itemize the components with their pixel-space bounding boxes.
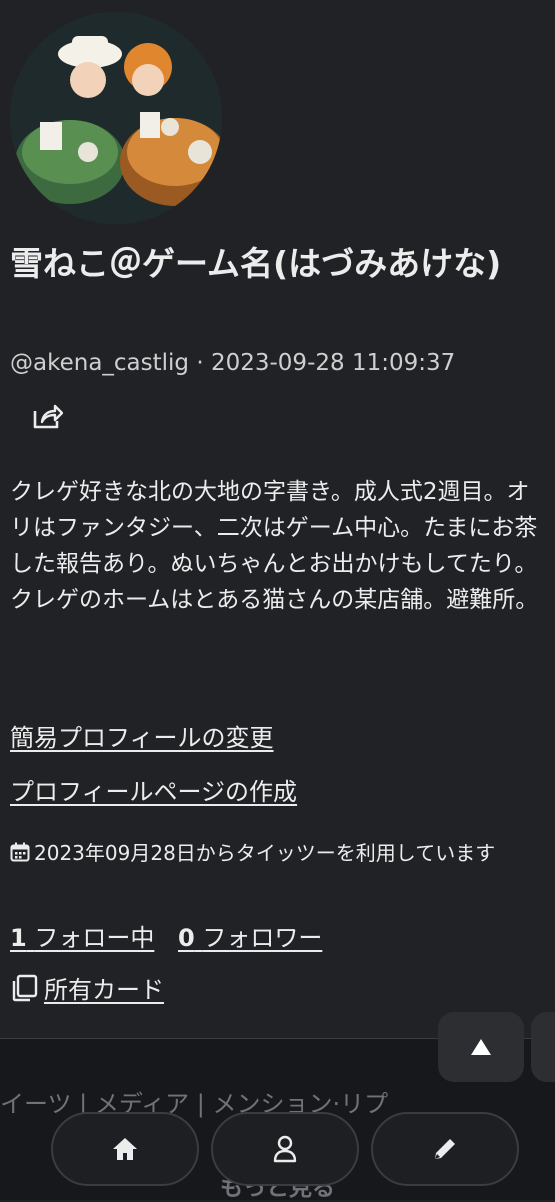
following-link[interactable]: 1 フォロー中 [10, 924, 154, 952]
home-icon [113, 1138, 137, 1160]
home-button[interactable] [51, 1112, 199, 1186]
followers-label: フォロワー [202, 924, 323, 952]
bio-text: クレゲ好きな北の大地の字書き。成人式2週目。オリはファンタジー、二次はゲーム中心… [10, 479, 539, 613]
calendar-icon [10, 842, 30, 862]
edit-simple-profile-link[interactable]: 簡易プロフィールの変更 [10, 718, 274, 753]
handle-and-date: @akena_castlig · 2023-09-28 11:09:37 [10, 350, 456, 376]
floating-button[interactable] [531, 1012, 555, 1082]
following-label: フォロー中 [34, 924, 155, 952]
joined-date: 2023年09月28日からタイッツーを利用しています [10, 838, 550, 868]
share-icon [33, 404, 63, 429]
avatar-image [10, 12, 222, 224]
share-button[interactable] [30, 400, 64, 432]
owned-cards-link[interactable]: 所有カード [10, 970, 164, 1005]
user-icon [273, 1135, 297, 1163]
followers-count: 0 [177, 924, 195, 952]
pencil-icon [435, 1139, 455, 1159]
create-profile-page-link[interactable]: プロフィールページの作成 [10, 772, 297, 807]
follow-stats: 1 フォロー中 0 フォロワー [10, 918, 338, 953]
avatar[interactable] [10, 12, 222, 224]
owned-cards-label: 所有カード [44, 976, 164, 1004]
cards-icon [12, 974, 38, 1001]
profile-button[interactable] [211, 1112, 359, 1186]
scroll-to-top-button[interactable] [438, 1012, 524, 1082]
joined-date-text: 2023年09月28日からタイッツーを利用しています [34, 841, 496, 865]
followers-link[interactable]: 0 フォロワー [178, 924, 322, 952]
arrow-up-icon [471, 1039, 491, 1055]
following-count: 1 [10, 924, 27, 952]
display-name: 雪ねこ＠ゲーム名(はづみあけな) [10, 244, 502, 283]
compose-button[interactable] [371, 1112, 519, 1186]
